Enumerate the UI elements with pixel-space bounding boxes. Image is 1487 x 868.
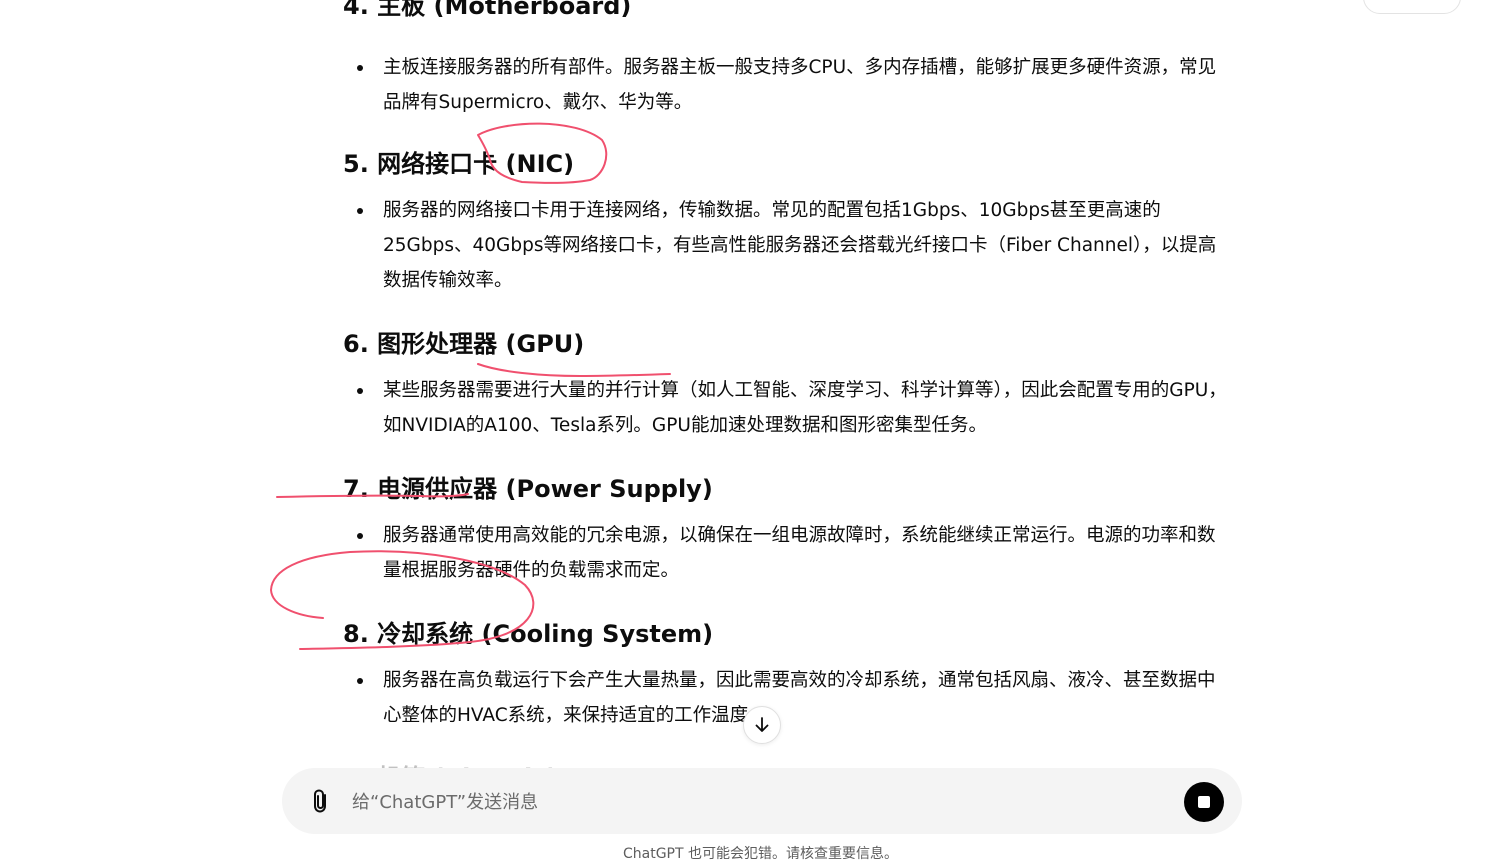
chat-page: 4. 主板 (Motherboard) 主板连接服务器的所有部件。服务器主板一般… — [0, 0, 1487, 868]
list-item-text: 主板连接服务器的所有部件。服务器主板一般支持多CPU、多内存插槽，能够扩展更多硬… — [383, 57, 1217, 113]
paperclip-icon — [314, 789, 326, 813]
section-heading: 7. 电源供应器 (Power Supply) — [343, 475, 713, 503]
list-item-text: 某些服务器需要进行大量的并行计算（如人工智能、深度学习、科学计算等），因此会配置… — [383, 380, 1227, 436]
section-heading: 5. 网络接口卡 (NIC) — [343, 150, 575, 178]
list-item: 服务器在高负载运行下会产生大量热量，因此需要高效的冷却系统，通常包括风扇、液冷、… — [343, 663, 1233, 733]
stop-generating-button[interactable] — [1184, 782, 1224, 822]
arrow-down-icon — [755, 717, 769, 732]
disclaimer-text: ChatGPT 也可能会犯错。请核查重要信息。 — [622, 846, 898, 862]
section-power-supply: 7. 电源供应器 (Power Supply) 服务器通常使用高效能的冗余电源，… — [343, 472, 1233, 588]
section-heading: 6. 图形处理器 (GPU) — [343, 330, 585, 358]
attach-button[interactable] — [306, 786, 336, 816]
scroll-to-bottom-button[interactable] — [743, 706, 781, 744]
section-heading-motherboard: 4. 主板 (Motherboard) — [343, 0, 632, 20]
list-item-text: 服务器的网络接口卡用于连接网络，传输数据。常见的配置包括1Gbps、10Gbps… — [383, 200, 1217, 291]
message-composer — [282, 768, 1242, 834]
section-gpu: 6. 图形处理器 (GPU) 某些服务器需要进行大量的并行计算（如人工智能、深度… — [343, 327, 1233, 443]
section-motherboard: 主板连接服务器的所有部件。服务器主板一般支持多CPU、多内存插槽，能够扩展更多硬… — [343, 50, 1233, 120]
top-corner-button[interactable] — [1363, 0, 1461, 14]
section-nic: 5. 网络接口卡 (NIC) 服务器的网络接口卡用于连接网络，传输数据。常见的配… — [343, 147, 1233, 298]
section-heading: 8. 冷却系统 (Cooling System) — [343, 620, 714, 648]
stop-icon — [1198, 796, 1210, 808]
message-input[interactable] — [350, 786, 1174, 818]
list-item: 主板连接服务器的所有部件。服务器主板一般支持多CPU、多内存插槽，能够扩展更多硬… — [343, 50, 1233, 120]
section-cooling: 8. 冷却系统 (Cooling System) 服务器在高负载运行下会产生大量… — [343, 617, 1233, 733]
list-item-text: 服务器通常使用高效能的冗余电源，以确保在一组电源故障时，系统能继续正常运行。电源… — [383, 525, 1216, 581]
list-item: 服务器的网络接口卡用于连接网络，传输数据。常见的配置包括1Gbps、10Gbps… — [343, 193, 1233, 298]
list-item: 服务器通常使用高效能的冗余电源，以确保在一组电源故障时，系统能继续正常运行。电源… — [343, 518, 1233, 588]
list-item: 某些服务器需要进行大量的并行计算（如人工智能、深度学习、科学计算等），因此会配置… — [343, 373, 1233, 443]
list-item-text: 服务器在高负载运行下会产生大量热量，因此需要高效的冷却系统，通常包括风扇、液冷、… — [383, 670, 1216, 726]
